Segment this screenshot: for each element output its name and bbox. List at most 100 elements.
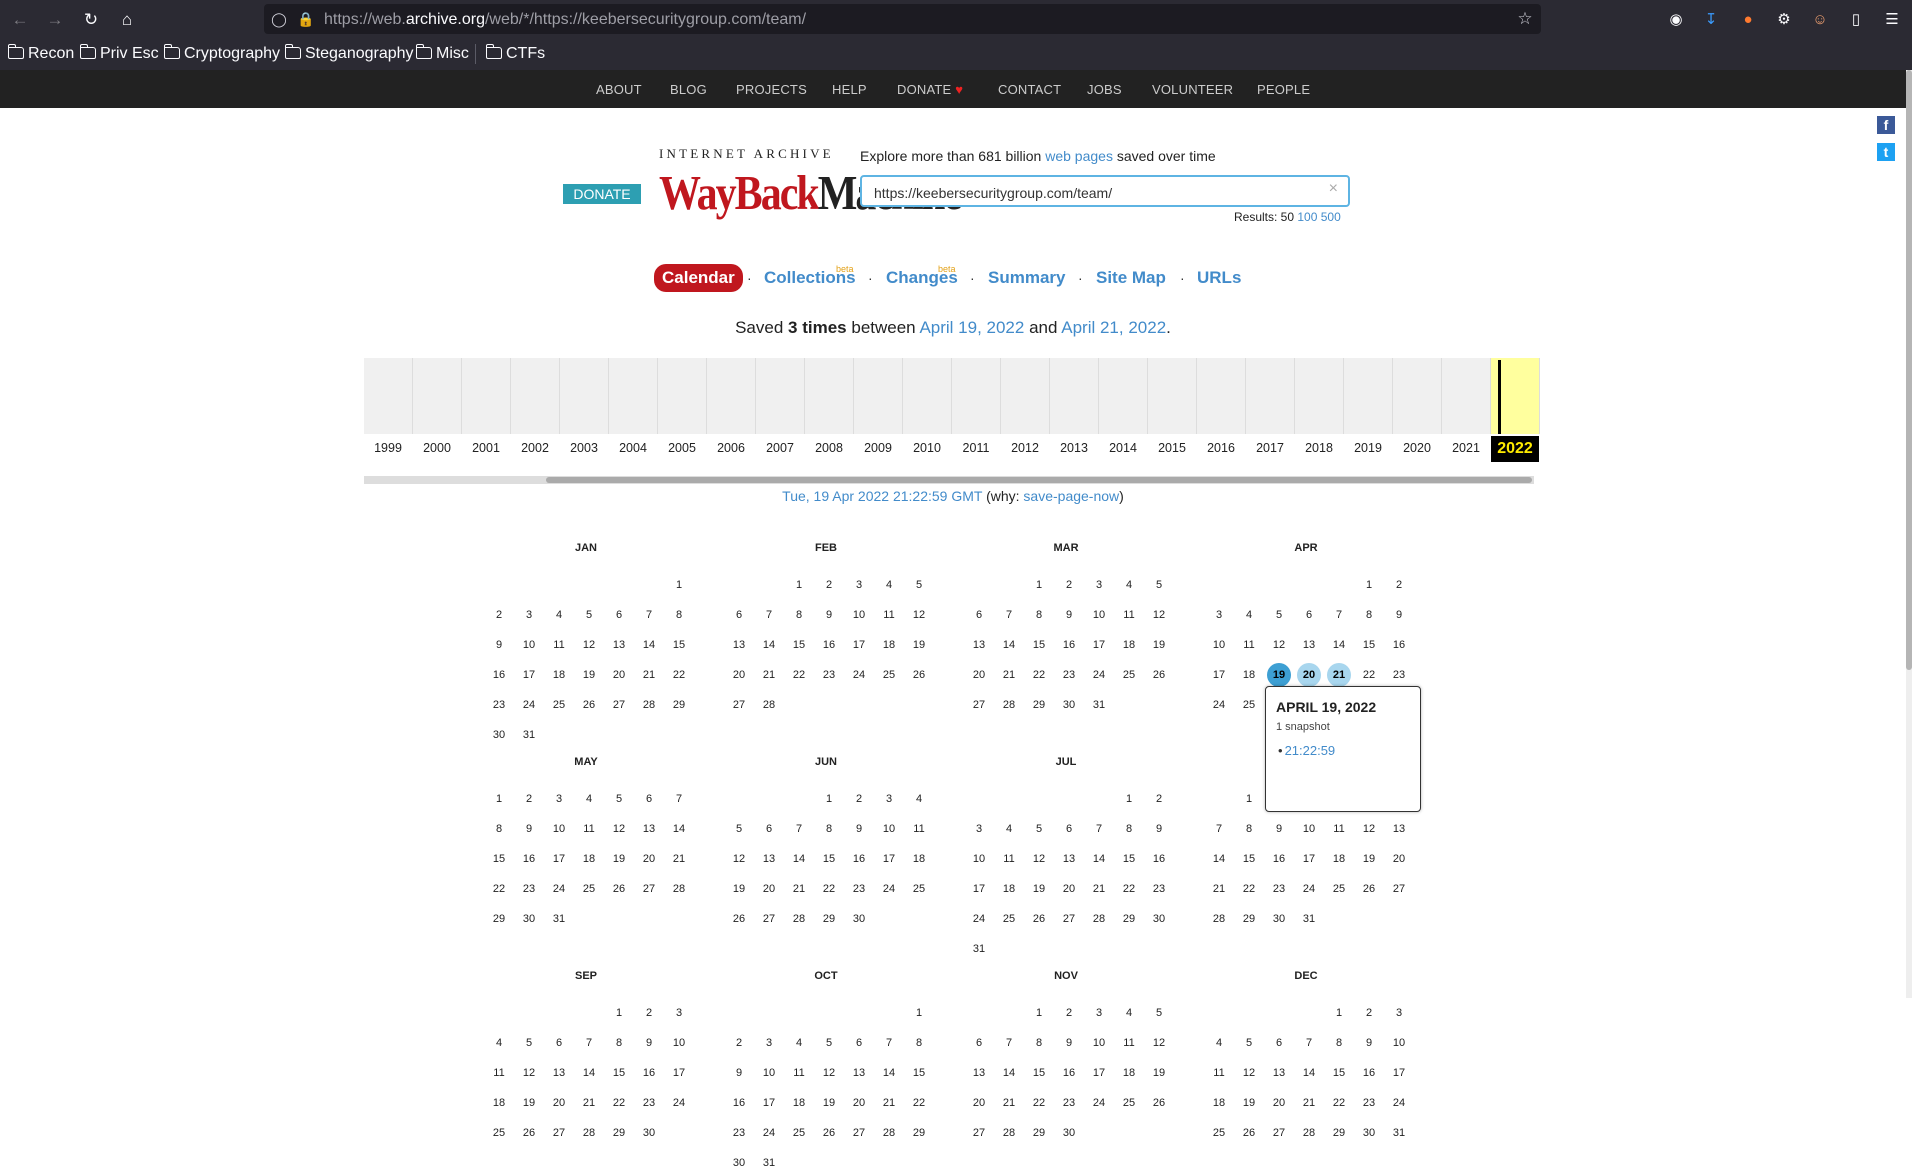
timeline-year-2011[interactable]: [952, 358, 1001, 434]
timeline-year-2008[interactable]: [805, 358, 854, 434]
nav-donate[interactable]: DONATE ♥: [897, 82, 963, 97]
extension-clip-icon[interactable]: ▯: [1845, 9, 1867, 31]
timeline-year-label[interactable]: 2011: [952, 441, 1000, 455]
home-icon[interactable]: ⌂: [115, 8, 139, 32]
nav-contact[interactable]: CONTACT: [998, 82, 1061, 97]
tab-summary[interactable]: Summary: [988, 268, 1065, 288]
tab-urls[interactable]: URLs: [1197, 268, 1241, 288]
facebook-icon[interactable]: f: [1877, 116, 1895, 134]
tab-site-map[interactable]: Site Map: [1096, 268, 1166, 288]
page-scrollbar-thumb[interactable]: [1906, 70, 1912, 670]
timeline-year-label[interactable]: 2018: [1295, 441, 1343, 455]
lock-icon[interactable]: 🔒: [297, 10, 315, 28]
timeline-year-2017[interactable]: [1246, 358, 1295, 434]
twitter-icon[interactable]: t: [1877, 143, 1895, 161]
timeline-year-2013[interactable]: [1050, 358, 1099, 434]
search-box[interactable]: ×: [860, 175, 1350, 207]
timeline-year-2019[interactable]: [1344, 358, 1393, 434]
clear-icon[interactable]: ×: [1329, 180, 1338, 198]
bookmark-misc[interactable]: Misc: [415, 42, 469, 66]
calendar-day-snapshot[interactable]: 21: [1327, 663, 1351, 687]
timeline-scrollbar[interactable]: [364, 476, 1534, 484]
timeline-year-2000[interactable]: [413, 358, 462, 434]
timeline-year-2015[interactable]: [1148, 358, 1197, 434]
timeline-year-2020[interactable]: [1393, 358, 1442, 434]
timeline-year-label[interactable]: 2020: [1393, 441, 1441, 455]
nav-about[interactable]: ABOUT: [596, 82, 642, 97]
year-timeline[interactable]: 1999 2000 2001 2002 2003 2004 2005 2006 2007 2008…: [364, 358, 1540, 462]
timeline-year-label[interactable]: 2005: [658, 441, 706, 455]
timeline-year-2010[interactable]: [903, 358, 952, 434]
timeline-year-label[interactable]: 2015: [1148, 441, 1196, 455]
timeline-year-label[interactable]: 2002: [511, 441, 559, 455]
back-arrow-icon[interactable]: ←: [8, 8, 32, 32]
search-input[interactable]: [872, 182, 1316, 204]
timeline-year-label[interactable]: 2016: [1197, 441, 1245, 455]
timeline-year-2006[interactable]: [707, 358, 756, 434]
timeline-year-label[interactable]: 2021: [1442, 441, 1490, 455]
timeline-year-label[interactable]: 2010: [903, 441, 951, 455]
nav-projects[interactable]: PROJECTS: [736, 82, 807, 97]
timeline-year-label[interactable]: 2000: [413, 441, 461, 455]
timeline-year-2005[interactable]: [658, 358, 707, 434]
timeline-year-2003[interactable]: [560, 358, 609, 434]
timeline-year-label[interactable]: 2013: [1050, 441, 1098, 455]
timeline-year-2021[interactable]: [1442, 358, 1491, 434]
timeline-scrollbar-thumb[interactable]: [546, 477, 1532, 483]
popup-snapshot-link[interactable]: 21:22:59: [1278, 743, 1336, 758]
tab-calendar[interactable]: Calendar: [654, 264, 743, 292]
bookmark-ctfs[interactable]: CTFs: [485, 42, 545, 66]
timeline-year-label[interactable]: 2012: [1001, 441, 1049, 455]
download-icon[interactable]: ↧: [1700, 9, 1722, 31]
bookmark-star-icon[interactable]: ☆: [1516, 10, 1534, 28]
timeline-year-label[interactable]: 1999: [364, 441, 412, 455]
timeline-year-2012[interactable]: [1001, 358, 1050, 434]
bookmark-cryptography[interactable]: Cryptography: [163, 42, 280, 66]
snapshot-time-link[interactable]: Tue, 19 Apr 2022 21:22:59 GMT: [782, 488, 982, 504]
results-100-link[interactable]: 100: [1297, 210, 1317, 224]
timeline-year-label[interactable]: 2003: [560, 441, 608, 455]
extension-profile-icon[interactable]: ☺: [1809, 9, 1831, 31]
timeline-year-2007[interactable]: [756, 358, 805, 434]
nav-blog[interactable]: BLOG: [670, 82, 707, 97]
timeline-year-2014[interactable]: [1099, 358, 1148, 434]
timeline-year-label[interactable]: 2001: [462, 441, 510, 455]
timeline-year-label[interactable]: 2017: [1246, 441, 1294, 455]
last-snapshot-link[interactable]: April 21, 2022: [1061, 318, 1166, 337]
url-bar[interactable]: ◯ 🔒 https://web.archive.org/web/*/https:…: [264, 4, 1541, 34]
donate-button[interactable]: DONATE: [563, 184, 641, 204]
timeline-year-label[interactable]: 2006: [707, 441, 755, 455]
forward-arrow-icon[interactable]: →: [43, 8, 67, 32]
timeline-year-label[interactable]: 2007: [756, 441, 804, 455]
timeline-year-label[interactable]: 2019: [1344, 441, 1392, 455]
timeline-year-label[interactable]: 2022: [1491, 436, 1539, 462]
url-text[interactable]: https://web.archive.org/web/*/https://ke…: [324, 11, 806, 29]
timeline-year-label[interactable]: 2014: [1099, 441, 1147, 455]
wayback-machine-logo[interactable]: INTERNET ARCHIVE WayBackMachine: [659, 146, 962, 220]
nav-jobs[interactable]: JOBS: [1087, 82, 1122, 97]
page-scrollbar[interactable]: [1906, 70, 1912, 998]
calendar-day-snapshot[interactable]: 20: [1297, 663, 1321, 687]
extension-fox-icon[interactable]: ●: [1737, 9, 1759, 31]
timeline-year-2004[interactable]: [609, 358, 658, 434]
bookmark-steganography[interactable]: Steganography: [284, 42, 414, 66]
timeline-year-label[interactable]: 2004: [609, 441, 657, 455]
timeline-year-label[interactable]: 2009: [854, 441, 902, 455]
timeline-year-2002[interactable]: [511, 358, 560, 434]
timeline-year-2016[interactable]: [1197, 358, 1246, 434]
timeline-year-2001[interactable]: [462, 358, 511, 434]
timeline-year-2009[interactable]: [854, 358, 903, 434]
nav-people[interactable]: PEOPLE: [1257, 82, 1310, 97]
bookmark-priv-esc[interactable]: Priv Esc: [79, 42, 159, 66]
timeline-year-label[interactable]: 2008: [805, 441, 853, 455]
web-pages-link[interactable]: web pages: [1045, 148, 1113, 164]
reload-icon[interactable]: ↻: [79, 8, 103, 32]
bookmark-recon[interactable]: Recon: [7, 42, 74, 66]
shield-icon[interactable]: ◯: [270, 10, 288, 28]
timeline-year-2018[interactable]: [1295, 358, 1344, 434]
why-link[interactable]: save-page-now: [1023, 488, 1119, 504]
nav-help[interactable]: HELP: [832, 82, 867, 97]
calendar-day-snapshot[interactable]: 19: [1267, 663, 1291, 687]
pocket-icon[interactable]: ◉: [1665, 9, 1687, 31]
timeline-year-1999[interactable]: [364, 358, 413, 434]
